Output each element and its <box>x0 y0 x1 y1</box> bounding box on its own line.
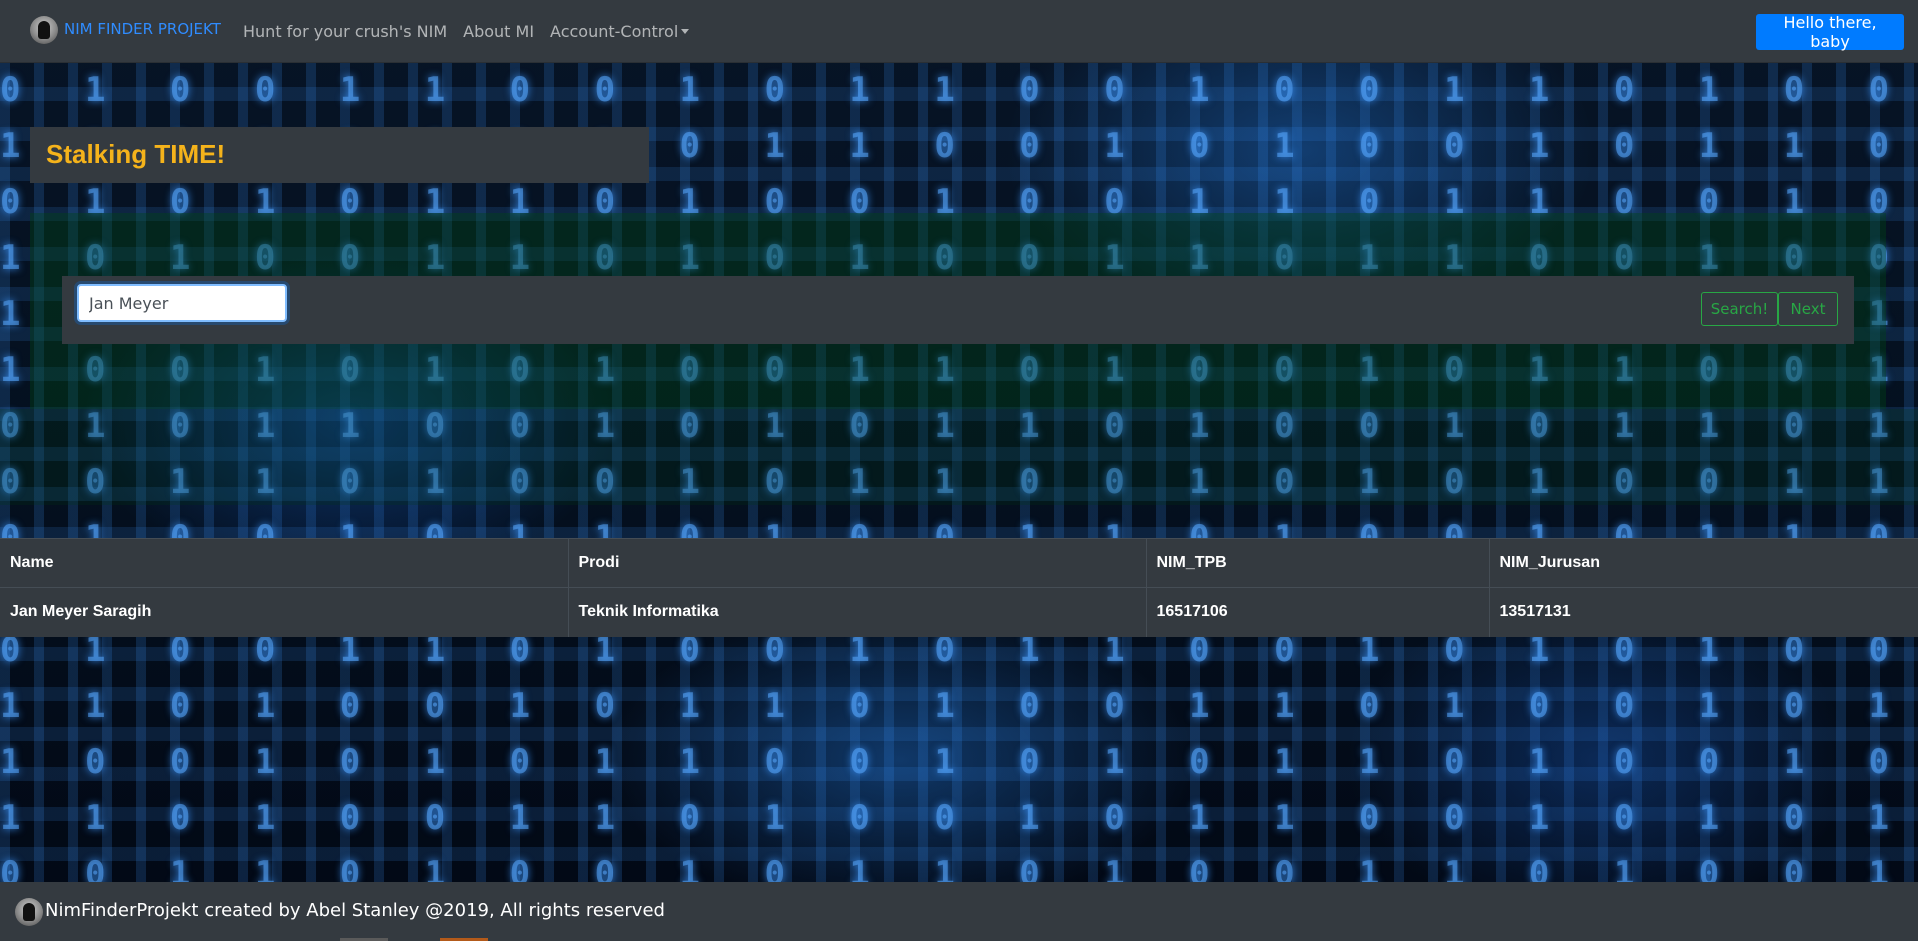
cell-nim-jurusan: 13517131 <box>1488 587 1918 637</box>
top-navbar: NIM FINDER PROJEKT Hunt for your crush's… <box>0 0 1918 63</box>
nav-links: Hunt for your crush's NIM About MI Accou… <box>243 22 705 41</box>
account-control-label: Account-Control <box>550 22 679 41</box>
nav-link-hunt[interactable]: Hunt for your crush's NIM <box>243 22 447 41</box>
column-header-nim-jurusan: NIM_Jurusan <box>1488 538 1918 588</box>
table-row: Jan Meyer Saragih Teknik Informatika 165… <box>0 587 1918 637</box>
nav-link-about[interactable]: About MI <box>463 22 534 41</box>
hooded-figure-logo-icon <box>30 16 58 44</box>
container-shade <box>0 409 1918 505</box>
search-bar: Search! Next <box>62 276 1854 344</box>
search-input[interactable] <box>77 284 287 322</box>
caret-down-icon <box>681 29 690 34</box>
cell-nim-tpb: 16517106 <box>1145 587 1489 637</box>
heading-panel: Stalking TIME! <box>30 127 649 183</box>
page-footer: NimFinderProjekt created by Abel Stanley… <box>0 882 1918 941</box>
hooded-figure-logo-icon <box>15 898 43 926</box>
search-button[interactable]: Search! <box>1701 292 1778 326</box>
brand-name: NIM FINDER PROJEKT <box>64 19 221 38</box>
results-table: Name Prodi NIM_TPB NIM_Jurusan Jan Meyer… <box>0 538 1918 637</box>
cell-name: Jan Meyer Saragih <box>0 587 568 637</box>
column-header-name: Name <box>0 538 568 588</box>
nav-link-account-control[interactable]: Account-Control <box>550 22 690 41</box>
column-header-nim-tpb: NIM_TPB <box>1145 538 1489 588</box>
footer-credit: NimFinderProjekt created by Abel Stanley… <box>45 900 665 921</box>
page-title: Stalking TIME! <box>46 139 226 169</box>
cell-prodi: Teknik Informatika <box>567 587 1146 637</box>
brand-link[interactable]: NIM FINDER PROJEKT <box>30 16 221 44</box>
greeting-button[interactable]: Hello there, baby <box>1756 13 1904 51</box>
next-button[interactable]: Next <box>1778 292 1838 326</box>
table-header-row: Name Prodi NIM_TPB NIM_Jurusan <box>0 538 1918 588</box>
column-header-prodi: Prodi <box>567 538 1146 588</box>
